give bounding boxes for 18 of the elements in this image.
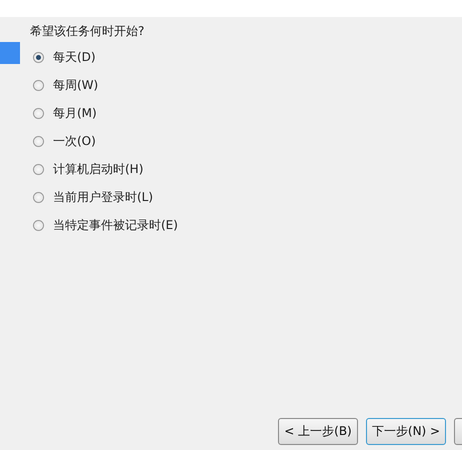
next-button[interactable]: 下一步(N) > bbox=[366, 418, 446, 445]
option-label[interactable]: 当前用户登录时(L) bbox=[53, 188, 154, 206]
option-label[interactable]: 一次(O) bbox=[53, 132, 96, 150]
question-text: 希望该任务何时开始? bbox=[30, 23, 146, 40]
radio-button[interactable] bbox=[33, 136, 44, 146]
option-label[interactable]: 当特定事件被记录时(E) bbox=[53, 216, 178, 234]
radio-button[interactable] bbox=[33, 108, 44, 118]
radio-button[interactable] bbox=[33, 52, 44, 62]
option-label[interactable]: 计算机启动时(H) bbox=[53, 160, 144, 178]
radio-button[interactable] bbox=[33, 80, 44, 90]
radio-button[interactable] bbox=[33, 192, 44, 202]
back-button[interactable]: < 上一步(B) bbox=[278, 418, 358, 445]
radio-button[interactable] bbox=[33, 164, 44, 174]
option-label[interactable]: 每周(W) bbox=[53, 76, 98, 94]
selected-step-marker bbox=[0, 42, 20, 64]
option-label[interactable]: 每月(M) bbox=[53, 104, 97, 122]
radio-button[interactable] bbox=[33, 220, 44, 230]
option-label[interactable]: 每天(D) bbox=[53, 48, 96, 66]
